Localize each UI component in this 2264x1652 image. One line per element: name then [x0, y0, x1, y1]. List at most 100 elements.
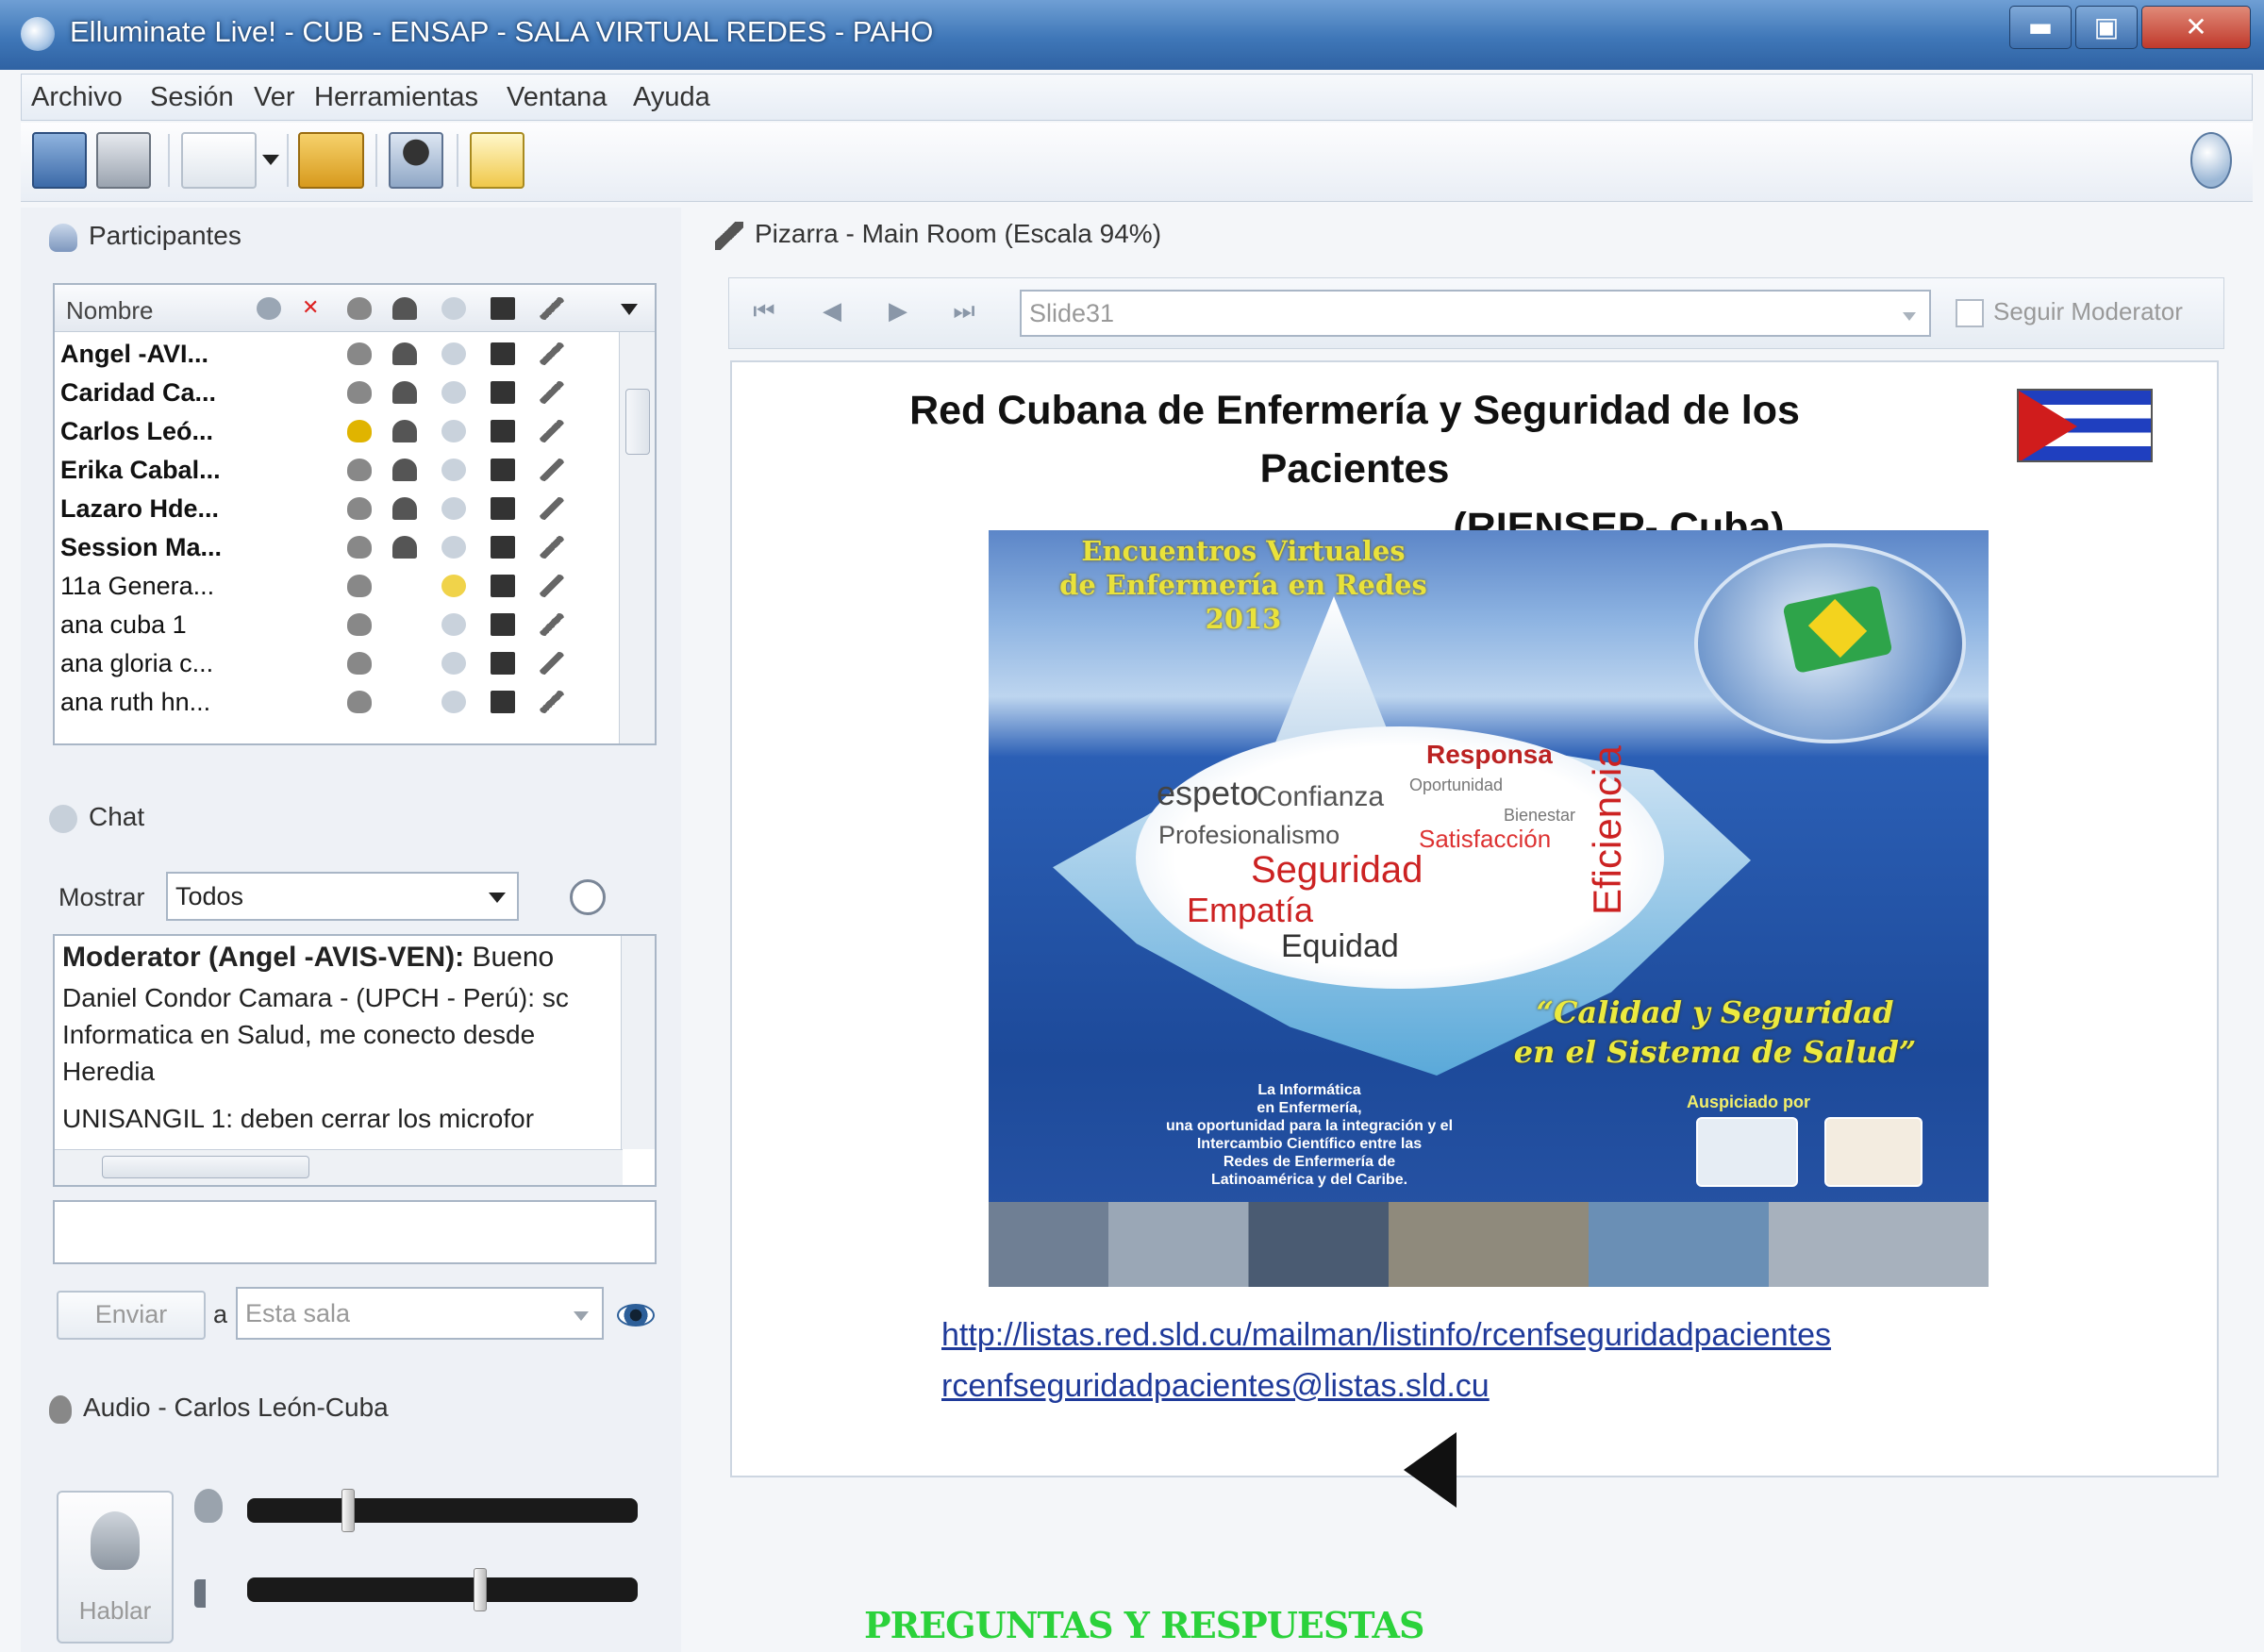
scrollbar-thumb[interactable]: [102, 1156, 309, 1178]
last-slide-icon[interactable]: ⏭: [948, 295, 980, 327]
monitor-icon[interactable]: [491, 691, 515, 713]
menu-archivo[interactable]: Archivo: [31, 82, 123, 113]
close-button[interactable]: ✕: [2141, 6, 2251, 49]
eye-icon[interactable]: [617, 1304, 655, 1327]
menu-sesion[interactable]: Sesión: [150, 82, 234, 113]
pencil-icon[interactable]: [540, 613, 564, 636]
microphone-icon[interactable]: [347, 652, 372, 675]
participant-row[interactable]: Lazaro Hde...: [55, 489, 617, 527]
help-icon[interactable]: [2190, 132, 2232, 189]
microphone-icon[interactable]: [347, 613, 372, 636]
moderator-icon[interactable]: [392, 342, 417, 365]
chat-icon[interactable]: [441, 497, 466, 520]
next-slide-icon[interactable]: ▶: [882, 295, 914, 327]
title-bar[interactable]: Elluminate Live! - CUB - ENSAP - SALA VI…: [0, 0, 2264, 70]
chevron-down-icon[interactable]: [489, 893, 506, 903]
moderator-icon[interactable]: [392, 536, 417, 559]
minimize-button[interactable]: ▬: [2009, 6, 2072, 49]
microphone-icon[interactable]: [347, 459, 372, 481]
save-icon[interactable]: [32, 132, 87, 189]
speaker-volume-slider[interactable]: [247, 1568, 638, 1611]
menu-ventana[interactable]: Ventana: [507, 82, 607, 113]
microphone-icon[interactable]: [347, 536, 372, 559]
participant-row[interactable]: Session Ma...: [55, 527, 617, 566]
slider-thumb[interactable]: [341, 1489, 355, 1532]
columns-menu-icon[interactable]: [621, 304, 638, 315]
monitor-icon[interactable]: [491, 342, 515, 365]
app-share-column-icon[interactable]: [491, 297, 515, 320]
participant-row[interactable]: ana ruth hn...: [55, 682, 617, 721]
chat-input[interactable]: [53, 1200, 657, 1264]
participants-scrollbar[interactable]: [619, 332, 655, 743]
monitor-icon[interactable]: [491, 536, 515, 559]
chat-column-icon[interactable]: [441, 297, 466, 320]
microphone-icon[interactable]: [347, 497, 372, 520]
chat-icon[interactable]: [441, 459, 466, 481]
pencil-icon[interactable]: [540, 575, 564, 597]
participant-row[interactable]: ana gloria c...: [55, 643, 617, 682]
slide-select[interactable]: Slide31: [1020, 290, 1931, 337]
moderator-icon[interactable]: [392, 381, 417, 404]
talk-button[interactable]: Hablar: [57, 1491, 174, 1644]
participant-row[interactable]: Caridad Ca...: [55, 373, 617, 411]
column-name[interactable]: Nombre: [66, 296, 153, 325]
chat-icon[interactable]: [441, 652, 466, 675]
pencil-icon[interactable]: [540, 652, 564, 675]
mailing-list-link[interactable]: http://listas.red.sld.cu/mailman/listinf…: [941, 1317, 1831, 1354]
chat-history[interactable]: Moderator (Angel -AVIS-VEN): Bueno Danie…: [53, 934, 657, 1187]
moderator-icon[interactable]: [392, 459, 417, 481]
microphone-icon[interactable]: [347, 342, 372, 365]
maximize-button[interactable]: ▣: [2075, 6, 2138, 49]
microphone-active-icon[interactable]: [347, 420, 372, 442]
print-icon[interactable]: [96, 132, 151, 189]
participant-row[interactable]: 11a Genera...: [55, 566, 617, 605]
chevron-down-icon[interactable]: [1903, 312, 1916, 321]
clock-icon[interactable]: [570, 879, 606, 915]
email-link[interactable]: rcenfseguridadpacientes@listas.sld.cu: [941, 1368, 1490, 1405]
participant-row[interactable]: Carlos Leó...: [55, 411, 617, 450]
monitor-icon[interactable]: [491, 497, 515, 520]
moderator-column-icon[interactable]: [392, 297, 417, 320]
pencil-icon[interactable]: [540, 420, 564, 442]
microphone-icon[interactable]: [347, 381, 372, 404]
chat-icon[interactable]: [441, 381, 466, 404]
chat-vertical-scrollbar[interactable]: [621, 936, 655, 1149]
chevron-down-icon[interactable]: [262, 155, 279, 165]
whiteboard-column-icon[interactable]: [540, 297, 564, 320]
pencil-icon[interactable]: [540, 342, 564, 365]
pencil-icon[interactable]: [540, 536, 564, 559]
monitor-icon[interactable]: [491, 459, 515, 481]
scrollbar-thumb[interactable]: [625, 389, 650, 455]
participants-list[interactable]: Nombre ✕ Angel -AVI... Caridad Ca... Car…: [53, 283, 657, 745]
application-share-icon[interactable]: [389, 132, 443, 189]
monitor-icon[interactable]: [491, 613, 515, 636]
monitor-icon[interactable]: [491, 575, 515, 597]
microphone-column-icon[interactable]: [347, 297, 372, 320]
follow-moderator-checkbox[interactable]: [1956, 299, 1984, 327]
chat-icon[interactable]: [441, 691, 466, 713]
chat-horizontal-scrollbar[interactable]: [55, 1149, 623, 1185]
pencil-icon[interactable]: [540, 381, 564, 404]
first-slide-icon[interactable]: ⏮: [748, 295, 780, 327]
participant-row[interactable]: ana cuba 1: [55, 605, 617, 643]
chevron-down-icon[interactable]: [574, 1311, 589, 1321]
microphone-volume-slider[interactable]: [247, 1489, 638, 1532]
whiteboard-canvas[interactable]: Red Cubana de Enfermería y Seguridad de …: [730, 360, 2219, 1477]
layout-dropdown-icon[interactable]: [181, 132, 257, 189]
monitor-icon[interactable]: [491, 420, 515, 442]
menu-herramientas[interactable]: Herramientas: [314, 82, 478, 113]
slider-thumb[interactable]: [474, 1568, 487, 1611]
send-button[interactable]: Enviar: [57, 1291, 206, 1340]
participant-row[interactable]: Angel -AVI...: [55, 334, 617, 373]
monitor-icon[interactable]: [491, 381, 515, 404]
participant-row[interactable]: Erika Cabal...: [55, 450, 617, 489]
chat-icon[interactable]: [441, 613, 466, 636]
chat-active-icon[interactable]: [441, 575, 466, 597]
hand-raise-icon[interactable]: [257, 297, 281, 320]
show-select[interactable]: Todos: [166, 872, 519, 921]
pencil-icon[interactable]: [540, 497, 564, 520]
microphone-icon[interactable]: [347, 691, 372, 713]
chat-icon[interactable]: [441, 342, 466, 365]
moderator-icon[interactable]: [392, 420, 417, 442]
away-icon[interactable]: ✕: [302, 297, 326, 320]
